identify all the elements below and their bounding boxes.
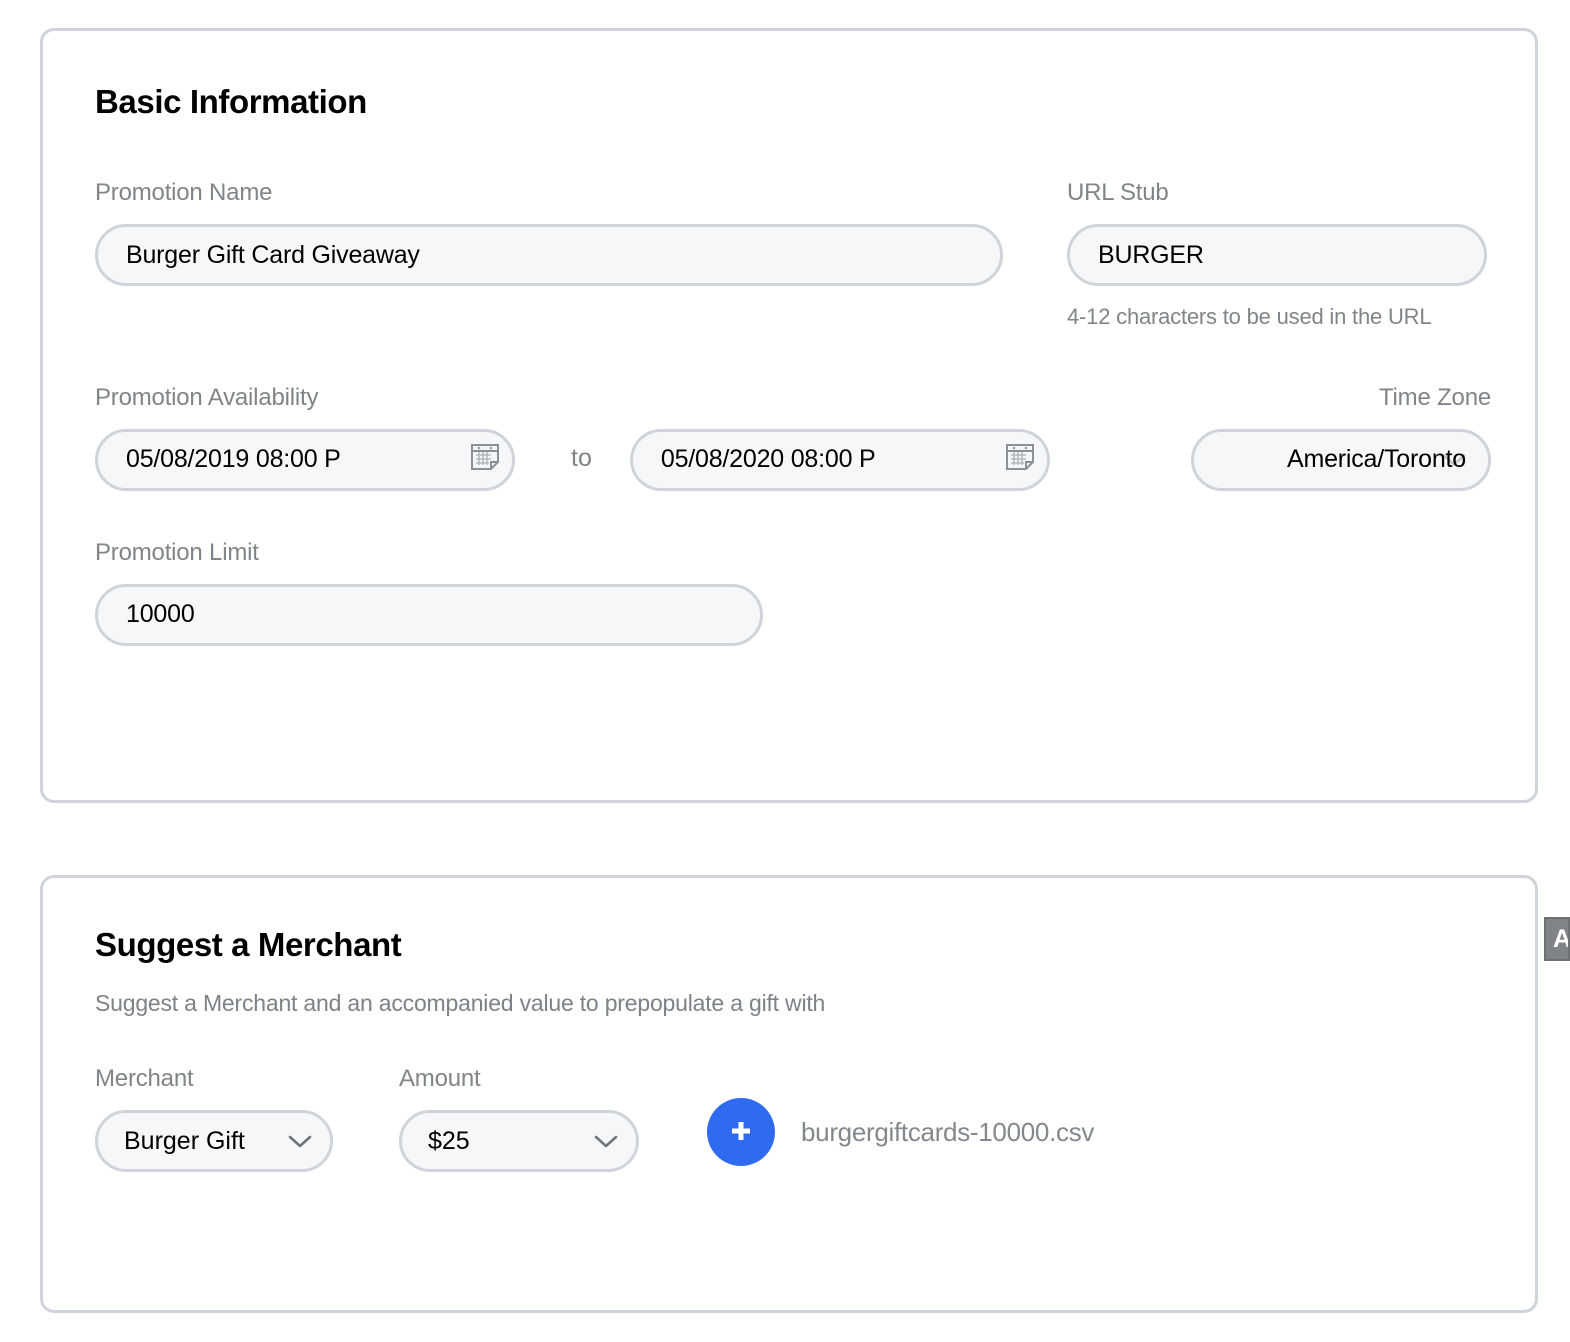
promotion-availability-field-group: Promotion Availability 05/08/2019 08:00 … <box>95 384 515 491</box>
promotion-limit-value: 10000 <box>126 600 195 629</box>
url-stub-helper-text: 4-12 characters to be used in the URL <box>1067 304 1432 329</box>
url-stub-label: URL Stub <box>1067 179 1169 206</box>
promotion-limit-field-group: Promotion Limit 10000 <box>95 539 1491 646</box>
promotion-name-label: Promotion Name <box>95 179 273 206</box>
side-edge-tab[interactable]: A <box>1544 917 1570 961</box>
chevron-down-icon <box>288 1127 312 1156</box>
promotion-end-date-field-group: 05/08/2020 08:00 P <box>629 428 1050 491</box>
url-stub-field-group: URL Stub BURGER 4-12 characters to be us… <box>1067 179 1487 332</box>
amount-field-group: Amount $25 <box>399 1065 639 1172</box>
promotion-start-date-value: 05/08/2019 08:00 P <box>126 445 341 474</box>
calendar-icon[interactable] <box>468 439 502 480</box>
side-edge-tab-label: A <box>1553 924 1570 953</box>
time-zone-select[interactable]: America/Toronto <box>1191 428 1491 491</box>
promotion-limit-label: Promotion Limit <box>95 538 259 566</box>
uploaded-file-name: burgergiftcards-10000.csv <box>801 1116 1095 1147</box>
date-range-separator: to <box>571 443 592 472</box>
plus-icon <box>725 1115 757 1150</box>
promotion-form-page: Basic Information Promotion Name Burger … <box>0 0 1570 1342</box>
availability-and-timezone-row: Promotion Availability 05/08/2019 08:00 … <box>95 384 1491 491</box>
merchant-value: Burger Gift <box>124 1126 245 1155</box>
amount-value: $25 <box>428 1126 470 1155</box>
promotion-name-value: Burger Gift Card Giveaway <box>126 240 420 269</box>
add-file-button[interactable] <box>707 1098 775 1166</box>
basic-information-card: Basic Information Promotion Name Burger … <box>40 28 1538 803</box>
merchant-amount-upload-row: Merchant Burger Gift Amount $25 burgergi… <box>95 1065 1491 1172</box>
promotion-end-date-input[interactable]: 05/08/2020 08:00 P <box>629 428 1050 491</box>
suggest-merchant-card: Suggest a Merchant Suggest a Merchant an… <box>40 875 1538 1313</box>
amount-label: Amount <box>399 1065 481 1092</box>
url-stub-input[interactable]: BURGER <box>1067 224 1487 286</box>
promotion-name-field-group: Promotion Name Burger Gift Card Giveaway <box>95 179 1005 332</box>
promotion-start-date-input[interactable]: 05/08/2019 08:00 P <box>95 428 515 491</box>
suggest-merchant-subtitle: Suggest a Merchant and an accompanied va… <box>95 990 826 1016</box>
time-zone-field-group: Time Zone America/Toronto <box>1191 384 1491 491</box>
merchant-select[interactable]: Burger Gift <box>95 1110 333 1172</box>
url-stub-value: BURGER <box>1098 240 1204 269</box>
promotion-end-date-value: 05/08/2020 08:00 P <box>660 445 876 474</box>
file-upload-group: burgergiftcards-10000.csv <box>707 1098 1094 1172</box>
merchant-field-group: Merchant Burger Gift <box>95 1065 333 1172</box>
calendar-icon[interactable] <box>1003 439 1037 480</box>
merchant-label: Merchant <box>95 1065 194 1092</box>
suggest-merchant-title: Suggest a Merchant <box>95 926 402 963</box>
basic-information-title: Basic Information <box>95 83 367 120</box>
promotion-name-input[interactable]: Burger Gift Card Giveaway <box>95 224 1003 286</box>
chevron-down-icon <box>594 1127 618 1156</box>
name-and-stub-row: Promotion Name Burger Gift Card Giveaway… <box>95 179 1491 332</box>
amount-select[interactable]: $25 <box>399 1110 639 1172</box>
promotion-limit-input[interactable]: 10000 <box>95 583 763 646</box>
time-zone-value: America/Toronto <box>1286 445 1466 474</box>
promotion-availability-label: Promotion Availability <box>95 383 319 411</box>
time-zone-label: Time Zone <box>1378 383 1491 411</box>
